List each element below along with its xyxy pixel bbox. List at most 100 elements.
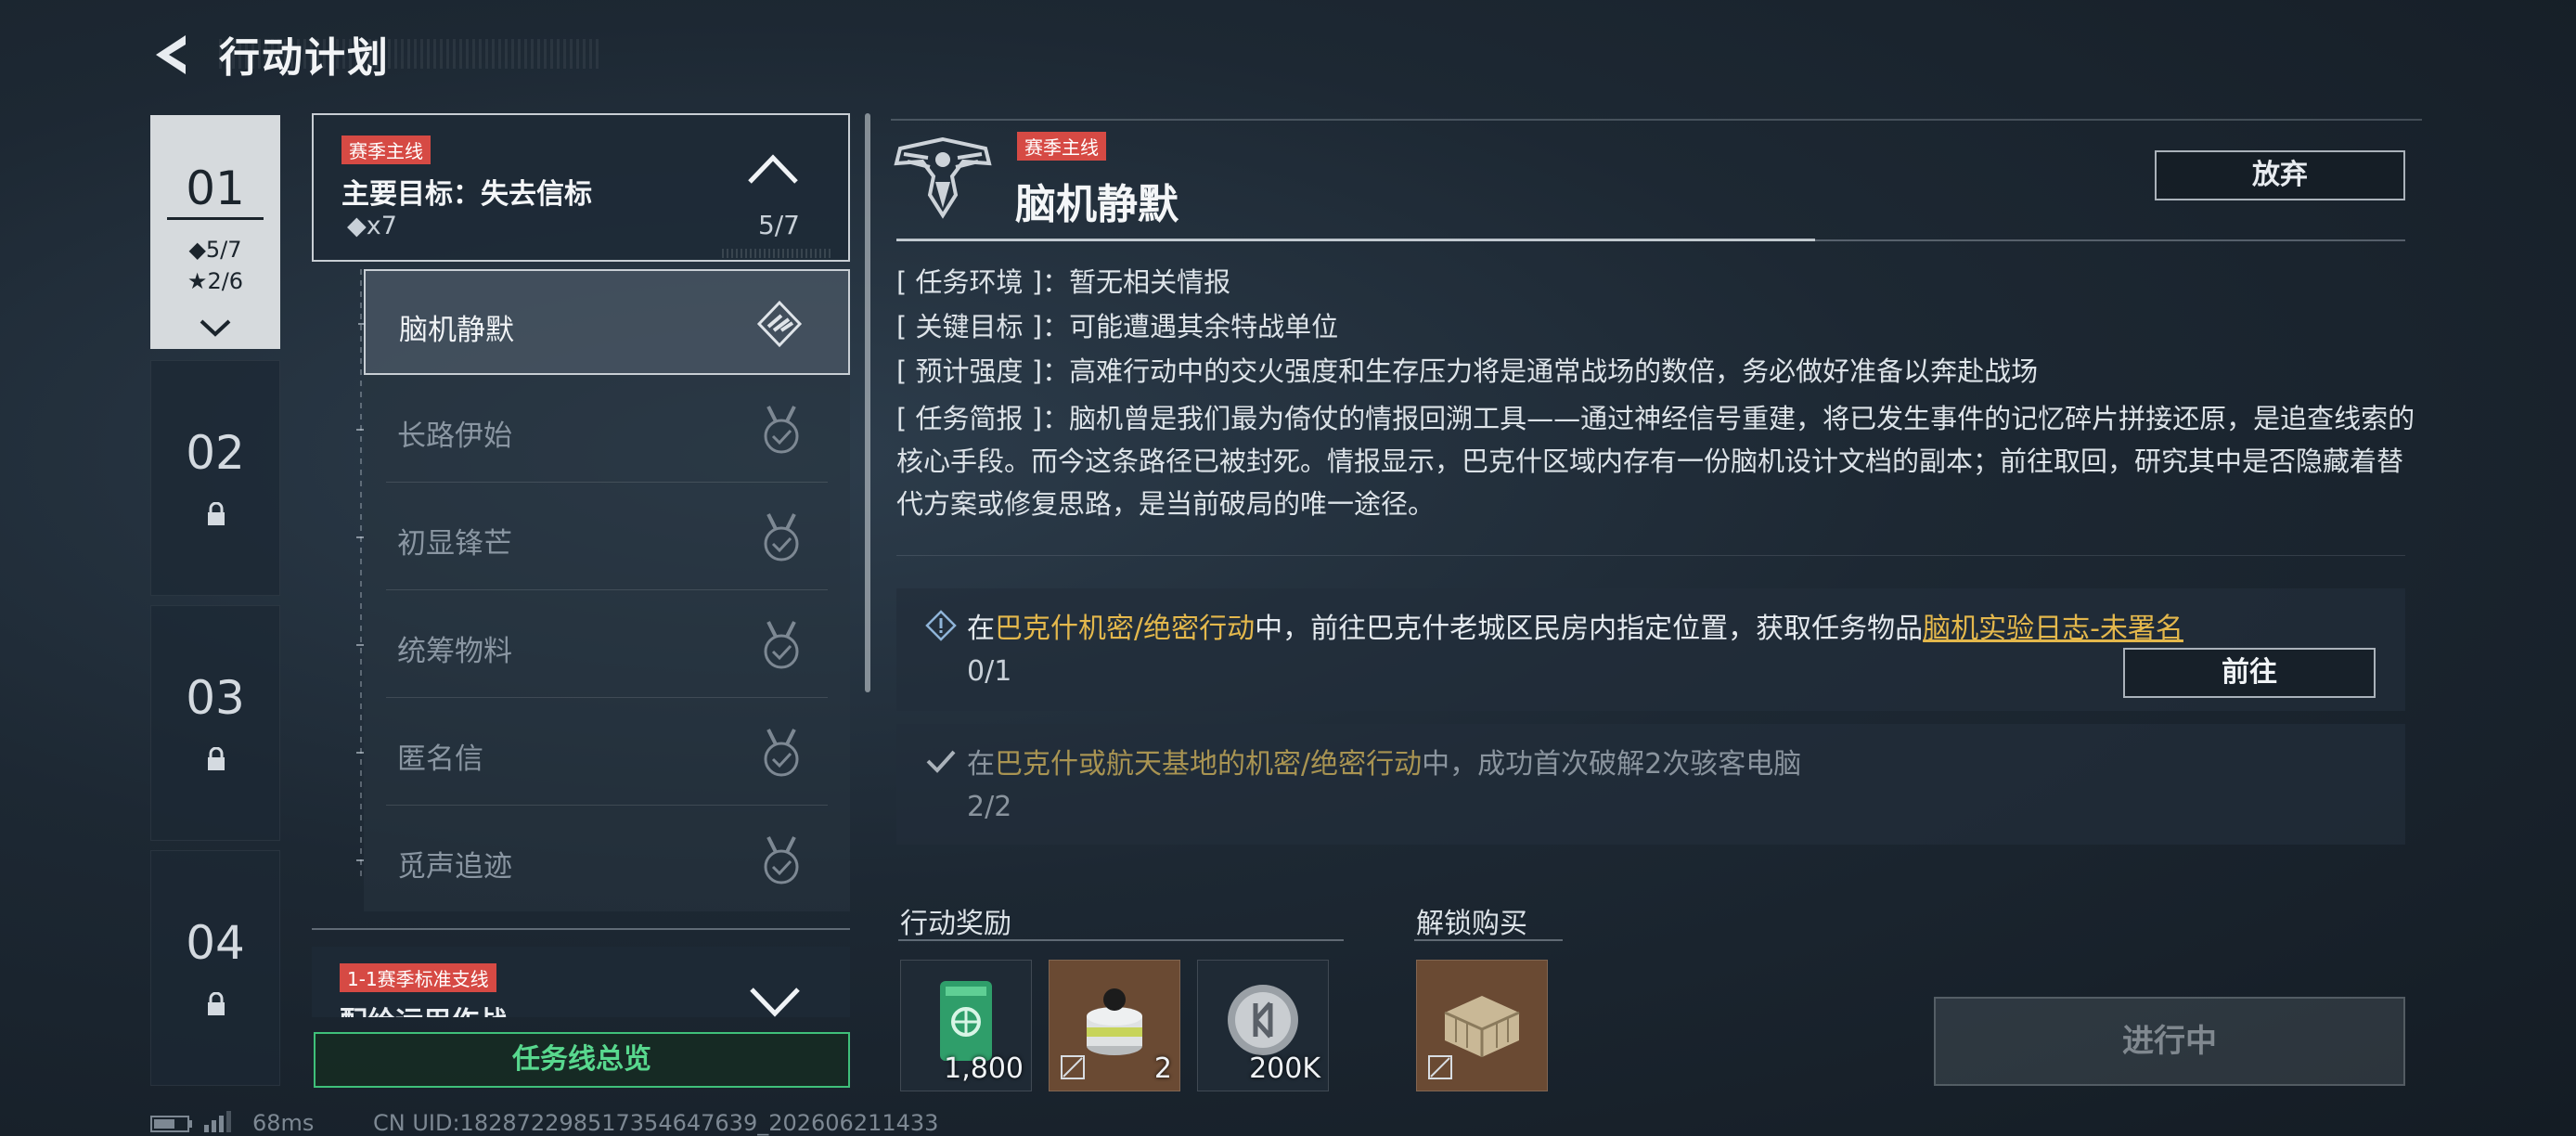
lock-icon bbox=[208, 747, 225, 770]
mission-item[interactable]: 觅声追迹 bbox=[356, 807, 850, 913]
objective-location: 巴克什机密/绝密行动 bbox=[995, 613, 1256, 645]
mission-label: 长路伊始 bbox=[397, 420, 512, 453]
mission-item[interactable]: 统筹物料 bbox=[356, 592, 850, 698]
alert-diamond-icon bbox=[925, 610, 957, 641]
reward-slot[interactable]: 1,800 bbox=[900, 960, 1032, 1091]
side-quest-tag: 1-1赛季标准支线 bbox=[340, 963, 496, 992]
season-main-tag: 赛季主线 bbox=[1017, 132, 1106, 161]
chapter-tab-03[interactable]: 03 bbox=[150, 605, 280, 841]
in-progress-button: 进行中 bbox=[1934, 997, 2405, 1086]
mission-detail-title: 脑机静默 bbox=[1015, 181, 1179, 228]
tree-tick bbox=[356, 752, 364, 754]
page-title: 行动计划 bbox=[219, 34, 390, 82]
list-scrollbar[interactable] bbox=[865, 113, 870, 692]
info-strength: [ 预计强度 ]：高难行动中的交火强度和生存压力将是通常战场的数倍，务必做好准备… bbox=[896, 355, 2039, 387]
chapter-gem-count: ◆5/7 bbox=[188, 237, 242, 263]
chapter-number: 02 bbox=[186, 426, 245, 480]
objective-item-completed: 在巴克什或航天基地的机密/绝密行动中，成功首次破解2次骇客电脑 2/2 bbox=[896, 724, 2405, 845]
lock-icon bbox=[208, 502, 225, 525]
chapter-tab-02[interactable]: 02 bbox=[150, 360, 280, 596]
info-value: 可能遭遇其余特战单位 bbox=[1069, 311, 1339, 342]
chevron-up-icon[interactable] bbox=[746, 152, 800, 186]
info-value: 高难行动中的交火强度和生存压力将是通常战场的数倍，务必做好准备以奔赴战场 bbox=[1069, 355, 2039, 387]
detail-divider bbox=[896, 555, 2405, 556]
mission-item-active[interactable]: 脑机静默 bbox=[358, 269, 850, 375]
mission-label: 初显锋芒 bbox=[397, 527, 512, 561]
chapter-number: 03 bbox=[186, 671, 245, 725]
chapter-number: 04 bbox=[186, 916, 245, 970]
info-environment: [ 任务环境 ]：暂无相关情报 bbox=[896, 266, 1231, 298]
divider bbox=[386, 697, 828, 698]
objective-item-link[interactable]: 脑机实验日志-未署名 bbox=[1923, 613, 2183, 645]
completed-medal-icon bbox=[764, 513, 799, 562]
tree-tick bbox=[356, 536, 364, 538]
info-key: [ 关键目标 ] bbox=[896, 311, 1043, 342]
detail-divider-highlight bbox=[896, 239, 1815, 241]
reward-count: 200K bbox=[1249, 1052, 1320, 1085]
divider bbox=[386, 589, 828, 590]
unlock-underline bbox=[1414, 939, 1563, 941]
signal-icon bbox=[204, 1111, 231, 1132]
info-value: 脑机曾是我们最为倚仗的情报回溯工具——通过神经信号重建，将已发生事件的记忆碎片拼… bbox=[896, 403, 2415, 520]
side-group-title: 配给运用作战 bbox=[340, 999, 507, 1017]
mission-label: 匿名信 bbox=[397, 742, 483, 776]
objective-progress: 0/1 bbox=[967, 655, 1012, 688]
mission-item[interactable]: 长路伊始 bbox=[356, 377, 850, 483]
mission-label: 觅声追迹 bbox=[397, 850, 512, 884]
tree-tick bbox=[356, 644, 364, 646]
tree-tick bbox=[358, 323, 366, 325]
objective-progress: 2/2 bbox=[967, 791, 1012, 823]
info-key: [ 任务简报 ] bbox=[896, 403, 1043, 434]
eagle-emblem-icon bbox=[894, 136, 992, 219]
unlock-slot[interactable] bbox=[1416, 960, 1548, 1091]
info-key: [ 任务环境 ] bbox=[896, 266, 1043, 298]
completed-medal-icon bbox=[764, 836, 799, 884]
back-arrow-icon[interactable] bbox=[148, 32, 199, 78]
decoration-stripes bbox=[722, 249, 833, 258]
unlock-purchase-label: 解锁购买 bbox=[1416, 908, 1527, 940]
completed-medal-icon bbox=[764, 406, 799, 454]
chapter-star-count: ★2/6 bbox=[187, 268, 244, 294]
info-key: [ 预计强度 ] bbox=[896, 355, 1043, 387]
bound-item-icon bbox=[1061, 1055, 1085, 1079]
reward-slot[interactable]: 200K bbox=[1197, 960, 1329, 1091]
chevron-down-icon[interactable] bbox=[748, 986, 802, 1017]
divider bbox=[386, 482, 828, 483]
reward-slot[interactable]: 2 bbox=[1049, 960, 1180, 1091]
chapter-tab-01[interactable]: 01 ◆5/7 ★2/6 bbox=[150, 115, 280, 349]
mission-group-title: 主要目标：失去信标 bbox=[341, 178, 592, 211]
chapter-tab-04[interactable]: 04 bbox=[150, 850, 280, 1086]
side-mission-group-header[interactable]: 1-1赛季标准支线 配给运用作战 bbox=[312, 947, 850, 1017]
mission-label: 脑机静默 bbox=[399, 314, 514, 347]
objective-text: 在巴克什机密/绝密行动中，前往巴克什老城区民房内指定位置，获取任务物品脑机实验日… bbox=[967, 613, 2183, 645]
battery-icon bbox=[150, 1116, 192, 1132]
bound-item-icon bbox=[1428, 1055, 1452, 1079]
objective-item: 在巴克什机密/绝密行动中，前往巴克什老城区民房内指定位置，获取任务物品脑机实验日… bbox=[896, 588, 2405, 711]
reward-count: 2 bbox=[1153, 1052, 1172, 1085]
mission-label: 统筹物料 bbox=[397, 635, 512, 668]
chapter-stats: ◆5/7 ★2/6 bbox=[150, 234, 280, 297]
list-bottom-divider bbox=[312, 928, 850, 930]
tree-connector bbox=[360, 269, 362, 882]
abandon-button[interactable]: 放弃 bbox=[2155, 150, 2405, 200]
go-to-button[interactable]: 前往 bbox=[2123, 648, 2376, 698]
rewards-label: 行动奖励 bbox=[900, 908, 1011, 940]
chapter-underline bbox=[167, 217, 264, 220]
completed-medal-icon bbox=[764, 729, 799, 777]
season-main-tag: 赛季主线 bbox=[341, 136, 431, 164]
tree-tick bbox=[356, 859, 364, 861]
reward-count: 1,800 bbox=[944, 1052, 1024, 1085]
mission-group-header[interactable]: 赛季主线 主要目标：失去信标 ◆x7 5/7 bbox=[312, 113, 850, 262]
info-key-target: [ 关键目标 ]：可能遭遇其余特战单位 bbox=[896, 311, 1339, 342]
mission-item[interactable]: 初显锋芒 bbox=[356, 484, 850, 590]
active-mission-diamond-icon bbox=[756, 300, 803, 348]
mission-group-gem-count: ◆x7 bbox=[347, 212, 397, 240]
completed-medal-icon bbox=[764, 621, 799, 669]
mission-group-progress: 5/7 bbox=[757, 210, 800, 240]
objective-text: 在巴克什或航天基地的机密/绝密行动中，成功首次破解2次骇客电脑 bbox=[967, 748, 1802, 781]
mission-line-overview-button[interactable]: 任务线总览 bbox=[314, 1032, 850, 1088]
objective-location: 巴克什或航天基地的机密/绝密行动 bbox=[995, 748, 1423, 781]
info-briefing: [ 任务简报 ]：脑机曾是我们最为倚仗的情报回溯工具——通过神经信号重建，将已发… bbox=[896, 403, 2415, 520]
mission-item[interactable]: 匿名信 bbox=[356, 700, 850, 806]
rewards-underline bbox=[898, 939, 1344, 941]
